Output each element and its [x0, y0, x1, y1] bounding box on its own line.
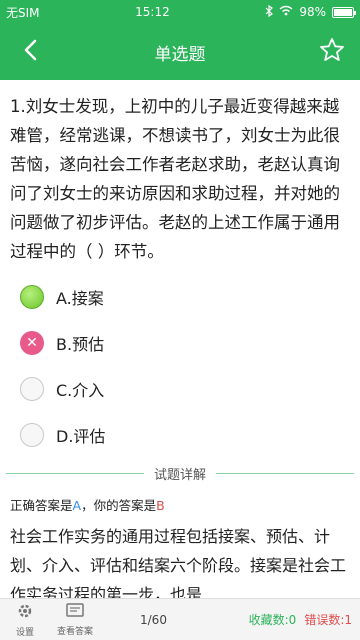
user-answer: B	[156, 498, 165, 513]
option-label: C.介入	[56, 381, 105, 400]
settings-button[interactable]: 设置	[0, 602, 50, 638]
battery-percent: 98%	[299, 5, 326, 19]
status-bar: 无SIM 15:12 98%	[0, 0, 360, 24]
view-answer-button[interactable]: 查看答案	[50, 602, 100, 637]
carrier-text: 无SIM	[6, 5, 40, 20]
user-prefix: ，你的答案是	[81, 498, 157, 513]
option-label: D.评估	[56, 427, 106, 446]
option-b[interactable]: ✕ B.预估	[0, 320, 360, 366]
question-progress[interactable]: 1/60	[140, 613, 167, 627]
divider-line	[216, 473, 355, 474]
detail-heading: 试题详解	[154, 468, 207, 483]
option-d[interactable]: D.评估	[0, 412, 360, 458]
favorite-count: 收藏数:0	[248, 613, 297, 627]
wifi-icon	[279, 5, 293, 19]
chevron-left-icon	[23, 39, 37, 65]
option-label: B.预估	[56, 335, 105, 354]
status-icons: 98%	[265, 4, 356, 20]
clock: 15:12	[135, 5, 170, 19]
wrong-x-icon: ✕	[20, 331, 44, 355]
counts: 收藏数:0 错误数:1	[249, 611, 352, 628]
correct-answer: A	[72, 498, 82, 513]
answer-summary: 正确答案是A，你的答案是B	[0, 483, 360, 514]
options-list: A.接案 ✕ B.预估 C.介入 D.评估	[0, 274, 360, 458]
back-button[interactable]	[12, 34, 48, 70]
option-label: A.接案	[56, 289, 104, 308]
bottom-toolbar: 设置 查看答案 1/60 收藏数:0 错误数:1	[0, 598, 360, 640]
star-icon	[319, 37, 345, 67]
battery-icon	[332, 6, 356, 18]
option-c[interactable]: C.介入	[0, 366, 360, 412]
question-text: 1.刘女士发现，上初中的儿子最近变得越来越难管，经常逃课，不想读书了，刘女士为此…	[10, 97, 340, 261]
view-answer-label: 查看答案	[56, 626, 93, 637]
gear-icon	[16, 602, 34, 623]
answer-sheet-icon	[66, 602, 84, 622]
divider-line	[6, 473, 144, 474]
page-title: 单选题	[154, 44, 206, 65]
correct-prefix: 正确答案是	[10, 498, 73, 513]
favorite-button[interactable]	[314, 34, 350, 70]
settings-label: 设置	[15, 627, 34, 638]
detail-divider: 试题详解	[0, 464, 360, 483]
bluetooth-icon	[265, 4, 274, 20]
correct-radio-icon	[20, 285, 44, 309]
option-a[interactable]: A.接案	[0, 274, 360, 320]
error-count: 错误数:1	[304, 613, 352, 627]
radio-empty-icon	[20, 377, 44, 401]
nav-bar: 单选题	[0, 24, 360, 80]
radio-empty-icon	[20, 423, 44, 447]
explanation-text: 社会工作实务的通用过程包括接案、预估、计划、介入、评估和结案六个阶段。接案是社会…	[10, 527, 347, 604]
